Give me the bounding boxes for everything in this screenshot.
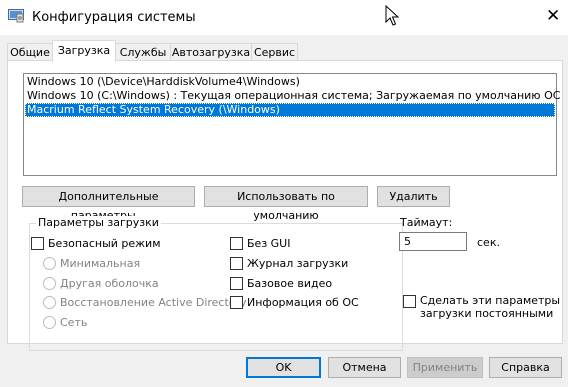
tab-general[interactable]: Общие xyxy=(7,43,53,61)
safe-minimal-radio[interactable] xyxy=(43,257,56,270)
safe-ad-repair-radio[interactable] xyxy=(43,296,56,309)
boot-tab-panel: Windows 10 (\Device\HarddiskVolume4\Wind… xyxy=(7,60,563,351)
os-list-item[interactable]: Windows 10 (C:\Windows) : Текущая операц… xyxy=(25,89,560,103)
base-video-label: Базовое видео xyxy=(247,277,333,290)
tab-startup[interactable]: Автозагрузка xyxy=(170,43,252,61)
tab-boot[interactable]: Загрузка xyxy=(52,40,116,62)
help-button[interactable]: Справка xyxy=(489,357,562,378)
os-list[interactable]: Windows 10 (\Device\HarddiskVolume4\Wind… xyxy=(23,73,560,176)
safe-boot-label: Безопасный режим xyxy=(48,237,161,250)
os-list-item-selected[interactable]: Macrium Reflect System Recovery (\Window… xyxy=(25,103,555,117)
safe-network-label: Сеть xyxy=(60,316,88,329)
ok-button[interactable]: OK xyxy=(246,357,321,378)
os-info-checkbox[interactable] xyxy=(230,296,243,309)
os-info-label: Информация об ОС xyxy=(247,296,359,309)
timeout-unit-label: сек. xyxy=(477,236,500,249)
no-gui-label: Без GUI xyxy=(247,237,291,250)
safe-alternate-shell-radio[interactable] xyxy=(43,277,56,290)
apply-button[interactable]: Применить xyxy=(407,357,483,378)
no-gui-checkbox[interactable] xyxy=(230,237,243,250)
delete-button[interactable]: Удалить xyxy=(377,186,450,207)
window-title: Конфигурация системы xyxy=(32,10,196,25)
safe-ad-repair-label: Восстановление Active Directory xyxy=(60,296,247,309)
timeout-input[interactable]: 5 xyxy=(399,232,467,251)
safe-alternate-shell-label: Другая оболочка xyxy=(60,277,159,290)
boot-log-checkbox[interactable] xyxy=(230,257,243,270)
app-icon xyxy=(8,9,24,23)
make-permanent-label-line1: Сделать эти параметры xyxy=(420,294,561,307)
boot-options-title: Параметры загрузки xyxy=(36,216,161,229)
title-bar: Конфигурация системы ✕ xyxy=(0,0,568,35)
boot-log-label: Журнал загрузки xyxy=(247,257,349,270)
cancel-button[interactable]: Отмена xyxy=(328,357,401,378)
mouse-pointer-icon xyxy=(385,5,399,26)
os-list-item[interactable]: Windows 10 (\Device\HarddiskVolume4\Wind… xyxy=(25,75,555,89)
make-permanent-label-line2: загрузки постоянными xyxy=(420,307,554,320)
safe-network-radio[interactable] xyxy=(43,316,56,329)
timeout-label: Таймаут: xyxy=(400,216,453,229)
advanced-options-button[interactable]: Дополнительные параметры... xyxy=(22,186,195,222)
tab-services[interactable]: Службы xyxy=(115,43,171,61)
safe-boot-checkbox[interactable] xyxy=(31,237,44,250)
make-permanent-checkbox[interactable] xyxy=(403,295,416,308)
safe-minimal-label: Минимальная xyxy=(60,257,141,270)
close-icon[interactable]: ✕ xyxy=(546,6,560,26)
set-default-button[interactable]: Использовать по умолчанию xyxy=(204,186,368,222)
tab-tools[interactable]: Сервис xyxy=(251,43,298,61)
base-video-checkbox[interactable] xyxy=(230,277,243,290)
